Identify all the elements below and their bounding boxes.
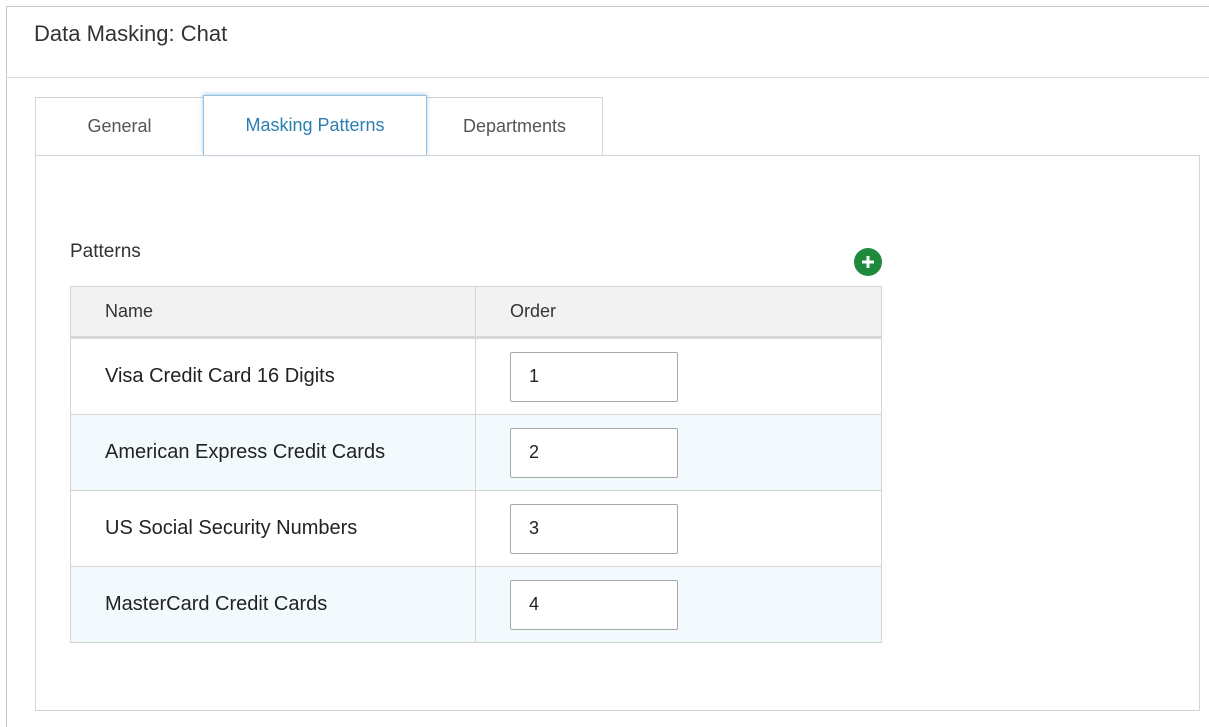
patterns-section-label: Patterns (70, 241, 141, 262)
tab-masking-patterns[interactable]: Masking Patterns (203, 95, 427, 155)
order-cell (475, 490, 882, 567)
order-cell (475, 414, 882, 491)
pattern-name: Visa Credit Card 16 Digits (70, 337, 476, 415)
table-row[interactable]: Visa Credit Card 16 Digits (70, 337, 882, 415)
order-input[interactable] (510, 351, 678, 402)
pattern-name: American Express Credit Cards (70, 414, 476, 491)
page-title: Data Masking: Chat (34, 21, 228, 46)
pattern-name: MasterCard Credit Cards (70, 566, 476, 643)
add-pattern-button[interactable] (854, 248, 882, 276)
table-row[interactable]: US Social Security Numbers (70, 490, 882, 567)
pattern-name: US Social Security Numbers (70, 490, 476, 567)
page-header: Data Masking: Chat (7, 7, 1209, 78)
table-row[interactable]: MasterCard Credit Cards (70, 566, 882, 643)
column-header-name: Name (70, 286, 476, 339)
order-input[interactable] (510, 427, 678, 478)
table-header-row: Name Order (70, 286, 882, 339)
order-cell (475, 566, 882, 643)
tab-departments[interactable]: Departments (427, 97, 603, 155)
order-input[interactable] (510, 579, 678, 630)
column-header-order: Order (475, 286, 882, 339)
order-cell (475, 337, 882, 415)
table-row[interactable]: American Express Credit Cards (70, 414, 882, 491)
window-frame: Data Masking: Chat General Masking Patte… (6, 6, 1209, 727)
tab-general[interactable]: General (35, 97, 203, 155)
patterns-table: Name Order Visa Credit Card 16 Digits Am… (70, 286, 882, 643)
tab-panel-masking-patterns: Patterns Name Order Visa Credit Card 16 … (35, 155, 1200, 711)
plus-icon (862, 256, 874, 268)
order-input[interactable] (510, 503, 678, 554)
tab-bar: General Masking Patterns Departments (35, 95, 603, 156)
